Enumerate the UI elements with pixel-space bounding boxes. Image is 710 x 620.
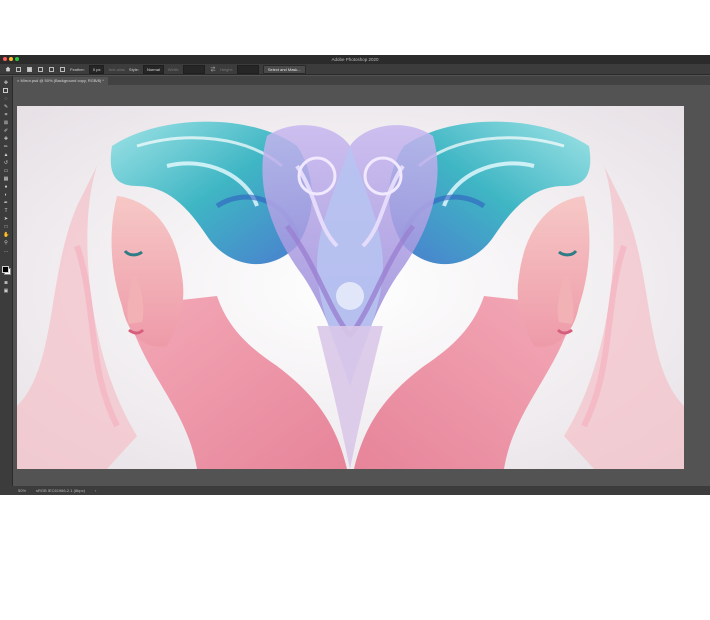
document-profile: sRGB IEC61966-2.1 (8bpc) xyxy=(36,488,85,493)
tools-panel: ✥ ◌ ✎ ⌗ ⊠ ✐ ✚ ✏ ▲ ↺ ▭ ▦ ● ◐ ✒ T ➤ □ ✋ ⚲ … xyxy=(0,76,13,486)
clone-stamp-tool-icon[interactable]: ▲ xyxy=(3,152,9,158)
subtract-from-selection-icon[interactable] xyxy=(48,66,55,73)
window-controls xyxy=(3,57,19,61)
photoshop-window: Adobe Photoshop 2020 Feather: 0 px Anti-… xyxy=(0,55,710,495)
height-input[interactable] xyxy=(236,64,259,74)
width-label: Width: xyxy=(167,66,180,72)
new-selection-icon[interactable] xyxy=(26,66,33,73)
rectangle-tool-icon[interactable]: □ xyxy=(3,224,9,230)
window-title: Adobe Photoshop 2020 xyxy=(331,57,379,62)
document-tab-bar: × Mirror.psd @ 50% (Background copy, RGB… xyxy=(12,76,710,85)
dodge-tool-icon[interactable]: ◐ xyxy=(3,192,9,198)
zoom-level[interactable]: 50% xyxy=(18,486,26,495)
zoom-tool-icon[interactable]: ⚲ xyxy=(3,240,9,246)
height-label: Height: xyxy=(220,66,233,72)
style-label: Style: xyxy=(128,66,139,72)
options-bar: Feather: 0 px Anti-alias Style: Normal W… xyxy=(0,64,710,75)
blur-tool-icon[interactable]: ● xyxy=(3,184,9,190)
minimize-window-button[interactable] xyxy=(9,57,13,61)
brush-tool-icon[interactable]: ✏ xyxy=(3,144,9,150)
rectangular-marquee-tool-icon[interactable] xyxy=(3,88,9,94)
pen-tool-icon[interactable]: ✒ xyxy=(3,200,9,206)
close-tab-icon[interactable]: × xyxy=(17,78,19,83)
title-bar: Adobe Photoshop 2020 xyxy=(0,55,710,64)
foreground-color-swatch[interactable] xyxy=(2,266,9,273)
feather-input[interactable]: 0 px xyxy=(88,64,105,74)
status-menu-icon[interactable]: › xyxy=(95,486,96,495)
home-icon[interactable] xyxy=(4,66,11,73)
quick-selection-tool-icon[interactable]: ✎ xyxy=(3,104,9,110)
close-window-button[interactable] xyxy=(3,57,7,61)
type-tool-icon[interactable]: T xyxy=(3,208,9,214)
zoom-window-button[interactable] xyxy=(15,57,19,61)
move-tool-icon[interactable]: ✥ xyxy=(3,80,9,86)
hand-tool-icon[interactable]: ✋ xyxy=(3,232,9,238)
screen-mode-icon[interactable]: ▣ xyxy=(3,288,9,294)
document-tab[interactable]: × Mirror.psd @ 50% (Background copy, RGB… xyxy=(13,77,108,85)
document-canvas[interactable] xyxy=(17,106,684,469)
antialias-checkbox[interactable]: Anti-alias xyxy=(108,67,124,72)
path-selection-tool-icon[interactable]: ➤ xyxy=(3,216,9,222)
edit-toolbar-icon[interactable]: … xyxy=(3,248,9,254)
crop-tool-icon[interactable]: ⌗ xyxy=(3,112,9,118)
swap-dimensions-icon[interactable] xyxy=(209,66,216,73)
intersect-selection-icon[interactable] xyxy=(59,66,66,73)
frame-tool-icon[interactable]: ⊠ xyxy=(3,120,9,126)
history-brush-tool-icon[interactable]: ↺ xyxy=(3,160,9,166)
width-input[interactable] xyxy=(183,64,206,74)
style-select[interactable]: Normal xyxy=(142,64,164,74)
document-tab-title: Mirror.psd @ 50% (Background copy, RGB/8… xyxy=(20,78,104,83)
eyedropper-tool-icon[interactable]: ✐ xyxy=(3,128,9,134)
quick-mask-icon[interactable]: ◙ xyxy=(3,280,9,286)
mirrored-portrait-image xyxy=(17,106,684,469)
spot-healing-tool-icon[interactable]: ✚ xyxy=(3,136,9,142)
lasso-tool-icon[interactable]: ◌ xyxy=(3,96,9,102)
add-to-selection-icon[interactable] xyxy=(37,66,44,73)
select-and-mask-button[interactable]: Select and Mask... xyxy=(262,64,306,74)
marquee-tool-preset-icon[interactable] xyxy=(15,66,22,73)
gradient-tool-icon[interactable]: ▦ xyxy=(3,176,9,182)
status-bar: 50% sRGB IEC61966-2.1 (8bpc) › xyxy=(0,486,710,495)
feather-label: Feather: xyxy=(70,66,85,72)
eraser-tool-icon[interactable]: ▭ xyxy=(3,168,9,174)
